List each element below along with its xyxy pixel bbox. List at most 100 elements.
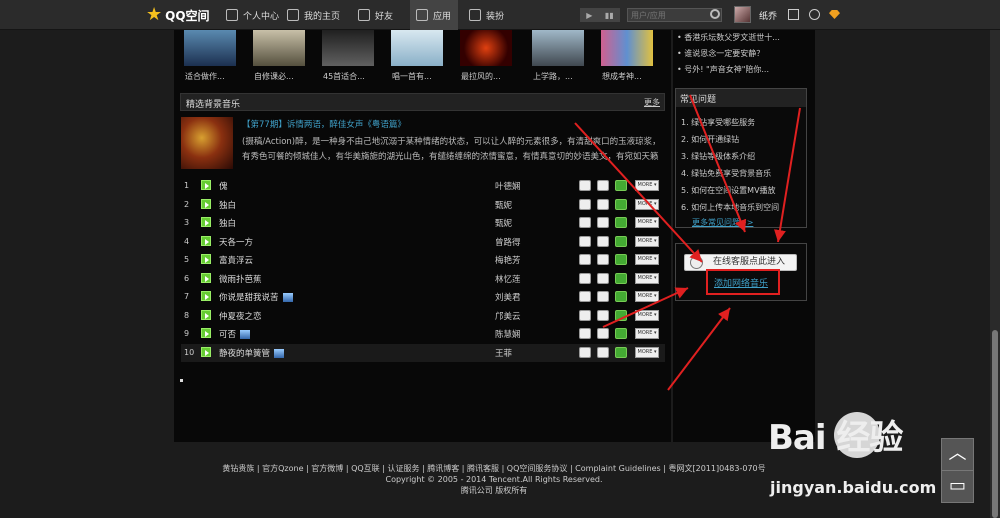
thumbnail-image[interactable]	[184, 30, 236, 66]
song-title[interactable]: 独白	[219, 199, 236, 211]
scrollbar-thumb[interactable]	[992, 330, 998, 518]
singer-name[interactable]: 梅艳芳	[495, 254, 521, 266]
more-dropdown-button[interactable]: MORE ▾	[635, 235, 659, 247]
faq-item[interactable]: 5. 如何在空间设置MV播放	[681, 182, 805, 199]
nav-item-apps[interactable]: 应用	[410, 0, 458, 30]
play-icon[interactable]	[201, 235, 211, 246]
song-title-text[interactable]: 你说是甜我说苦	[219, 293, 279, 303]
song-title[interactable]: 静夜的单簧管	[219, 347, 285, 359]
play-icon[interactable]: ▶	[586, 11, 592, 20]
thumbnail-image[interactable]	[391, 30, 443, 66]
more-dropdown-button[interactable]: MORE ▾	[635, 217, 659, 228]
heart-icon[interactable]	[597, 346, 609, 358]
news-item[interactable]: • 香港乐坛数父罗文逝世十...	[677, 30, 811, 46]
play-icon[interactable]	[201, 217, 211, 227]
faq-item[interactable]: 4. 绿钻免费享受背景音乐	[681, 165, 805, 182]
song-title[interactable]: 可否	[219, 328, 251, 340]
song-title-text[interactable]: 仲夏夜之恋	[219, 312, 262, 322]
song-title-text[interactable]: 天各一方	[219, 238, 253, 248]
song-title[interactable]: 仲夏夜之恋	[219, 310, 262, 322]
faq-more-link[interactable]: 更多常见问题>>	[692, 217, 753, 228]
play-icon[interactable]	[201, 346, 211, 357]
nav-item-dressup[interactable]: 装扮	[463, 0, 510, 30]
music-player-control[interactable]: ▶ ▮▮	[580, 8, 620, 22]
more-dropdown-button[interactable]: MORE ▾	[635, 346, 659, 358]
heart-icon[interactable]	[597, 291, 609, 302]
back-to-top-button[interactable]: ︿	[941, 438, 974, 471]
thumbnail-image[interactable]	[532, 30, 584, 66]
logout-icon[interactable]	[788, 9, 799, 20]
thumbnail-caption[interactable]: 适合做作...	[185, 71, 249, 82]
heart-icon[interactable]	[597, 198, 609, 210]
thumbnail-image[interactable]	[460, 30, 512, 66]
gear-icon[interactable]	[809, 9, 820, 20]
song-title[interactable]: 独白	[219, 217, 236, 229]
song-title-text[interactable]: 富貴浮云	[219, 256, 253, 266]
song-title[interactable]: 傀	[219, 180, 228, 192]
thumbnail-caption[interactable]: 自修课必...	[254, 71, 318, 82]
more-link[interactable]: 更多	[644, 97, 660, 108]
singer-name[interactable]: 林忆莲	[495, 273, 521, 285]
thumbnail-caption[interactable]: 45首适合...	[323, 71, 387, 82]
more-dropdown-button[interactable]: MORE ▾	[635, 272, 659, 284]
faq-item[interactable]: 2. 如何开通绿钻	[681, 131, 805, 148]
share-icon[interactable]	[579, 254, 591, 265]
song-row[interactable]: 8 仲夏夜之恋 邝美云 MORE ▾	[181, 307, 665, 325]
heart-icon[interactable]	[597, 235, 609, 247]
share-icon[interactable]	[579, 309, 591, 321]
song-row[interactable]: 1 傀 叶德娴 MORE ▾	[181, 177, 665, 195]
add-icon[interactable]	[615, 309, 627, 321]
song-title-text[interactable]: 微雨扑芭蕉	[219, 275, 262, 285]
more-dropdown-button[interactable]: MORE ▾	[635, 180, 659, 191]
play-icon[interactable]	[201, 309, 211, 320]
add-icon[interactable]	[615, 328, 627, 339]
add-icon[interactable]	[615, 291, 627, 302]
heart-icon[interactable]	[597, 328, 609, 339]
search-input[interactable]	[627, 8, 722, 22]
news-item[interactable]: • 谁说恩念一定要安静？	[677, 46, 811, 62]
heart-icon[interactable]	[597, 217, 609, 228]
song-row[interactable]: 2 独白 甄妮 MORE ▾	[181, 196, 665, 214]
feedback-button[interactable]: ▭	[941, 470, 974, 503]
faq-item[interactable]: 3. 绿钻等级体系介绍	[681, 148, 805, 165]
username[interactable]: 纸乔	[759, 9, 777, 22]
play-icon[interactable]	[201, 328, 211, 338]
song-title[interactable]: 富貴浮云	[219, 254, 253, 266]
song-title[interactable]: 微雨扑芭蕉	[219, 273, 262, 285]
share-icon[interactable]	[579, 346, 591, 358]
share-icon[interactable]	[579, 198, 591, 210]
more-dropdown-button[interactable]: MORE ▾	[635, 198, 659, 210]
album-cover[interactable]	[181, 117, 233, 169]
faq-item[interactable]: 6. 如何上传本地音乐到空间	[681, 199, 805, 216]
song-row[interactable]: 4 天各一方 曾路得 MORE ▾	[181, 233, 665, 251]
song-title-text[interactable]: 可否	[219, 330, 236, 340]
add-icon[interactable]	[615, 346, 627, 358]
heart-icon[interactable]	[597, 180, 609, 191]
singer-name[interactable]: 陈慧娴	[495, 328, 521, 340]
news-item[interactable]: • 号外! "声音女神"陪你...	[677, 62, 811, 78]
album-title[interactable]: 【第77期】诉情两语，醉佳女声《粤语篇》	[242, 118, 406, 130]
add-icon[interactable]	[615, 217, 627, 228]
song-title-text[interactable]: 傀	[219, 182, 228, 192]
thumbnail-image[interactable]	[322, 30, 374, 66]
more-dropdown-button[interactable]: MORE ▾	[635, 291, 659, 302]
play-icon[interactable]	[201, 254, 211, 264]
footer-links[interactable]: 黄钻贵族 | 官方Qzone | 官方微博 | QQ互联 | 认证服务 | 腾讯…	[174, 463, 814, 474]
diamond-icon[interactable]	[829, 10, 840, 19]
thumbnail-caption[interactable]: 唱一首有...	[392, 71, 456, 82]
song-row[interactable]: 9 可否 陈慧娴 MORE ▾	[181, 325, 665, 343]
play-icon[interactable]	[201, 198, 211, 209]
play-icon[interactable]	[201, 272, 211, 283]
thumbnail-caption[interactable]: 想成考神...	[602, 71, 666, 82]
share-icon[interactable]	[579, 180, 591, 191]
more-dropdown-button[interactable]: MORE ▾	[635, 328, 659, 339]
add-icon[interactable]	[615, 254, 627, 265]
add-icon[interactable]	[615, 198, 627, 210]
qzone-logo[interactable]: ★ QQ空间	[146, 5, 210, 25]
avatar[interactable]	[734, 6, 751, 23]
song-title[interactable]: 天各一方	[219, 236, 253, 248]
more-dropdown-button[interactable]: MORE ▾	[635, 254, 659, 265]
heart-icon[interactable]	[597, 272, 609, 284]
share-icon[interactable]	[579, 235, 591, 247]
singer-name[interactable]: 曾路得	[495, 236, 521, 248]
